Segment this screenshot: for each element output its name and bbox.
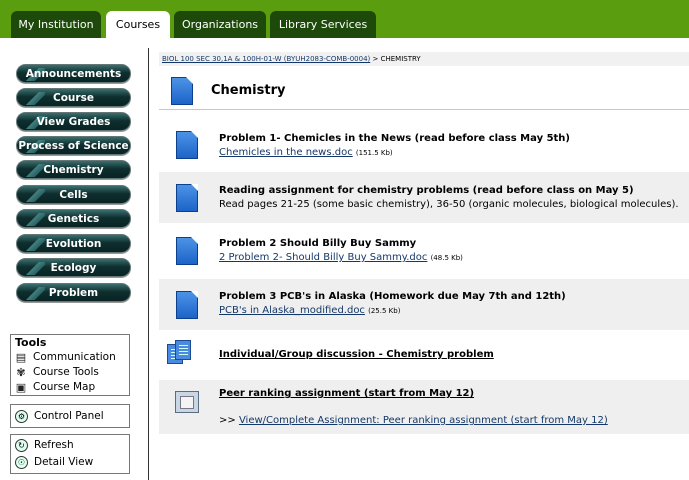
top-tab-bar: My Institution Courses Organizations Lib… [0,0,689,40]
tools-title: Tools [15,336,47,349]
nav-genetics[interactable]: Genetics [16,209,131,228]
page-title: Chemistry [211,83,286,98]
control-panel-link[interactable]: ⚙ Control Panel [11,405,129,427]
item-title: Peer ranking assignment (start from May … [219,388,475,399]
nav-decoration [23,238,45,251]
attachment-link[interactable]: 2 Problem 2- Should Billy Buy Sammy.doc [219,252,427,263]
content-area: BIOL 100 SEC 30,1A & 100H-01-W (BYUH2083… [159,52,689,434]
file-size: (48.5 Kb) [430,254,463,262]
nav-process-of-science[interactable]: Process of Science [16,136,131,155]
nav-course-information[interactable]: Course Information [16,88,131,123]
course-map-icon: ▣ [15,380,27,394]
document-icon [176,291,198,319]
tab-my-institution[interactable]: My Institution [11,11,101,38]
tab-organizations[interactable]: Organizations [174,11,266,38]
nav-decoration [23,262,45,275]
control-panel-icon: ⚙ [15,409,28,423]
tools-communication[interactable]: ▤ Communication [11,350,129,365]
refresh-icon: ↻ [15,439,28,452]
file-size: (151.5 Kb) [355,149,393,157]
course-menu: Announcements Course Information View Gr… [0,38,148,480]
content-item: Peer ranking assignment (start from May … [159,380,689,434]
item-description: Read pages 21-25 (some basic chemistry),… [219,199,679,210]
attachment-link[interactable]: PCB's in Alaska_modified.doc [219,305,365,316]
detail-view-icon: ☉ [15,456,28,469]
breadcrumb: BIOL 100 SEC 30,1A & 100H-01-W (BYUH2083… [159,52,689,66]
assignment-icon [175,391,199,413]
discussion-link[interactable]: Individual/Group discussion - Chemistry … [219,349,494,360]
tools-course-map[interactable]: ▣ Course Map [11,380,129,395]
tools-panel: Tools ▤ Communication ✾ Course Tools ▣ C… [10,334,130,396]
nav-ecology[interactable]: Ecology [16,258,131,277]
file-size: (25.5 Kb) [368,307,401,315]
refresh-link[interactable]: ↻ Refresh [11,437,129,454]
content-item: Problem 2 Should Billy Buy Sammy 2 Probl… [159,227,689,275]
nav-chemistry[interactable]: Chemistry [16,160,131,179]
content-item: Problem 3 PCB's in Alaska (Homework due … [159,279,689,330]
breadcrumb-course-link[interactable]: BIOL 100 SEC 30,1A & 100H-01-W (BYUH2083… [162,55,370,63]
nav-decoration [23,164,45,177]
breadcrumb-current: CHEMISTRY [380,55,421,63]
page-header: Chemistry [159,72,689,110]
tab-courses[interactable]: Courses [106,11,170,40]
course-tools-icon: ✾ [16,365,26,379]
item-title: Problem 2 Should Billy Buy Sammy [219,238,417,249]
content-item: Individual/Group discussion - Chemistry … [159,335,689,375]
document-icon [176,237,198,265]
document-icon [176,184,198,212]
nav-view-grades[interactable]: View Grades [16,112,131,131]
detail-view-link[interactable]: ☉ Detail View [11,454,129,471]
nav-decoration [23,92,45,105]
nav-announcements[interactable]: Announcements [16,64,131,83]
nav-problem-discussion[interactable]: Problem Discussion [16,283,131,318]
item-title: Problem 3 PCB's in Alaska (Homework due … [219,291,566,302]
nav-decoration [23,189,45,202]
content-item: Reading assignment for chemistry problem… [159,172,689,223]
tab-library-services[interactable]: Library Services [270,11,376,38]
tools-course-tools[interactable]: ✾ Course Tools [11,365,129,380]
communication-icon: ▤ [15,350,27,364]
discussion-icon [167,340,193,366]
control-panel-box: ⚙ Control Panel [10,404,130,428]
divider [148,48,149,480]
content-item: Problem 1- Chemicles in the News (read b… [159,121,689,168]
item-title: Reading assignment for chemistry problem… [219,185,634,196]
nav-decoration [23,287,45,300]
nav-evolution[interactable]: Evolution [16,234,131,253]
nav-decoration [23,213,45,226]
document-icon [176,131,198,159]
document-icon [171,77,193,105]
nav-cells[interactable]: Cells [16,185,131,204]
view-options-box: ↻ Refresh ☉ Detail View [10,434,130,474]
attachment-link[interactable]: Chemicles in the news.doc [219,147,353,158]
item-title: Problem 1- Chemicles in the News (read b… [219,133,571,144]
view-assignment-link[interactable]: View/Complete Assignment: Peer ranking a… [239,415,608,426]
